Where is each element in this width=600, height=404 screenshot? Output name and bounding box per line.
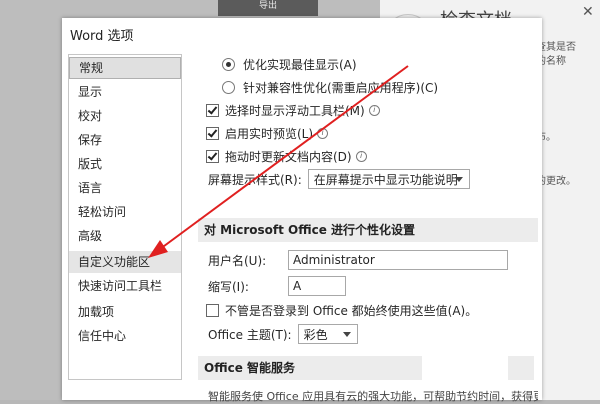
options-nav: 常规 显示 校对 保存 版式 语言 轻松访问 高级 自定义功能区 快速访问工具栏… (68, 54, 182, 380)
nav-item-language[interactable]: 语言 (69, 177, 181, 199)
initials-label: 缩写(I): (208, 280, 249, 294)
radio-row-appearance[interactable]: 优化实现最佳显示(A) (222, 56, 357, 73)
checkbox-row-always-use[interactable]: 不管是否登录到 Office 都始终使用这些值(A)。 (206, 302, 477, 319)
theme-row: Office 主题(T): 彩色 (208, 324, 358, 344)
theme-label: Office 主题(T): (208, 327, 292, 342)
theme-select[interactable]: 彩色 (297, 324, 358, 344)
username-label: 用户名(U): (208, 254, 267, 268)
info-icon: i (317, 128, 329, 139)
theme-value: 彩色 (303, 327, 328, 342)
nav-item-display[interactable]: 显示 (69, 81, 181, 103)
screentip-label: 屏幕提示样式(R): (208, 172, 302, 187)
checkbox-mini-toolbar[interactable] (206, 104, 219, 117)
initials-field[interactable]: A (288, 276, 346, 296)
background-side-text: 查其是否 (536, 42, 576, 53)
nav-item-add-ins[interactable]: 加载项 (69, 301, 181, 323)
username-row: 用户名(U): (208, 252, 288, 269)
radio-label: 优化实现最佳显示(A) (243, 58, 357, 72)
screentip-value: 在屏幕提示中显示功能说明 (313, 172, 458, 187)
word-options-dialog: Word 选项 常规 显示 校对 保存 版式 语言 轻松访问 高级 自定义功能区… (62, 18, 542, 403)
nav-item-customize-ribbon[interactable]: 自定义功能区 (69, 251, 181, 273)
radio-optimize-compat[interactable] (222, 81, 235, 94)
radio-optimize-appearance[interactable] (222, 58, 235, 71)
screentip-select[interactable]: 在屏幕提示中显示功能说明 (307, 169, 470, 189)
initials-row: 缩写(I): (208, 278, 249, 295)
nav-item-save[interactable]: 保存 (69, 129, 181, 151)
nav-item-accessibility[interactable]: 轻松访问 (69, 201, 181, 223)
close-icon[interactable]: ✕ (582, 4, 594, 20)
checkbox-live-preview[interactable] (206, 127, 219, 140)
nav-item-advanced[interactable]: 高级 (69, 225, 181, 247)
screentip-row: 屏幕提示样式(R): 在屏幕提示中显示功能说明 (208, 169, 470, 189)
checkbox-always-use[interactable] (206, 304, 219, 317)
dialog-title: Word 选项 (70, 29, 134, 44)
background-side-text: 的更改。 (536, 176, 576, 187)
checkbox-label: 启用实时预览(L) (225, 127, 314, 141)
options-content: 优化实现最佳显示(A) 针对兼容性优化(需重启应用程序)(C) 选择时显示浮动工… (194, 54, 542, 403)
nav-item-proofing[interactable]: 校对 (69, 105, 181, 127)
checkbox-label: 不管是否登录到 Office 都始终使用这些值(A)。 (225, 304, 478, 318)
section-intelligent-tail (508, 356, 534, 380)
nav-item-general[interactable]: 常规 (69, 57, 181, 79)
nav-item-quick-access-toolbar[interactable]: 快速访问工具栏 (69, 275, 181, 297)
checkbox-row-live-preview[interactable]: 启用实时预览(L) i (206, 125, 329, 142)
checkbox-label: 拖动时更新文档内容(D) (225, 150, 352, 164)
checkbox-update-drag[interactable] (206, 150, 219, 163)
chevron-down-icon (342, 332, 351, 337)
info-icon: i (355, 151, 367, 162)
nav-item-trust-center[interactable]: 信任中心 (69, 325, 181, 347)
radio-row-compat[interactable]: 针对兼容性优化(需重启应用程序)(C) (222, 79, 438, 96)
nav-item-layout[interactable]: 版式 (69, 153, 181, 175)
background-export-button: 导出 (218, 0, 318, 16)
info-icon: i (368, 105, 380, 116)
radio-label: 针对兼容性优化(需重启应用程序)(C) (243, 81, 439, 95)
intelligent-services-text: 智能服务使 Office 应用具有云的强大功能，可帮助节约时间，获得更 (208, 390, 538, 403)
chevron-down-icon (454, 177, 463, 182)
section-intelligent-services: Office 智能服务 (198, 356, 422, 380)
checkbox-label: 选择时显示浮动工具栏(M) (225, 104, 365, 118)
username-field[interactable]: Administrator (288, 250, 508, 270)
checkbox-row-mini-toolbar[interactable]: 选择时显示浮动工具栏(M) i (206, 102, 380, 119)
checkbox-row-update-drag[interactable]: 拖动时更新文档内容(D) i (206, 148, 367, 165)
section-personalize: 对 Microsoft Office 进行个性化设置 (198, 218, 538, 242)
